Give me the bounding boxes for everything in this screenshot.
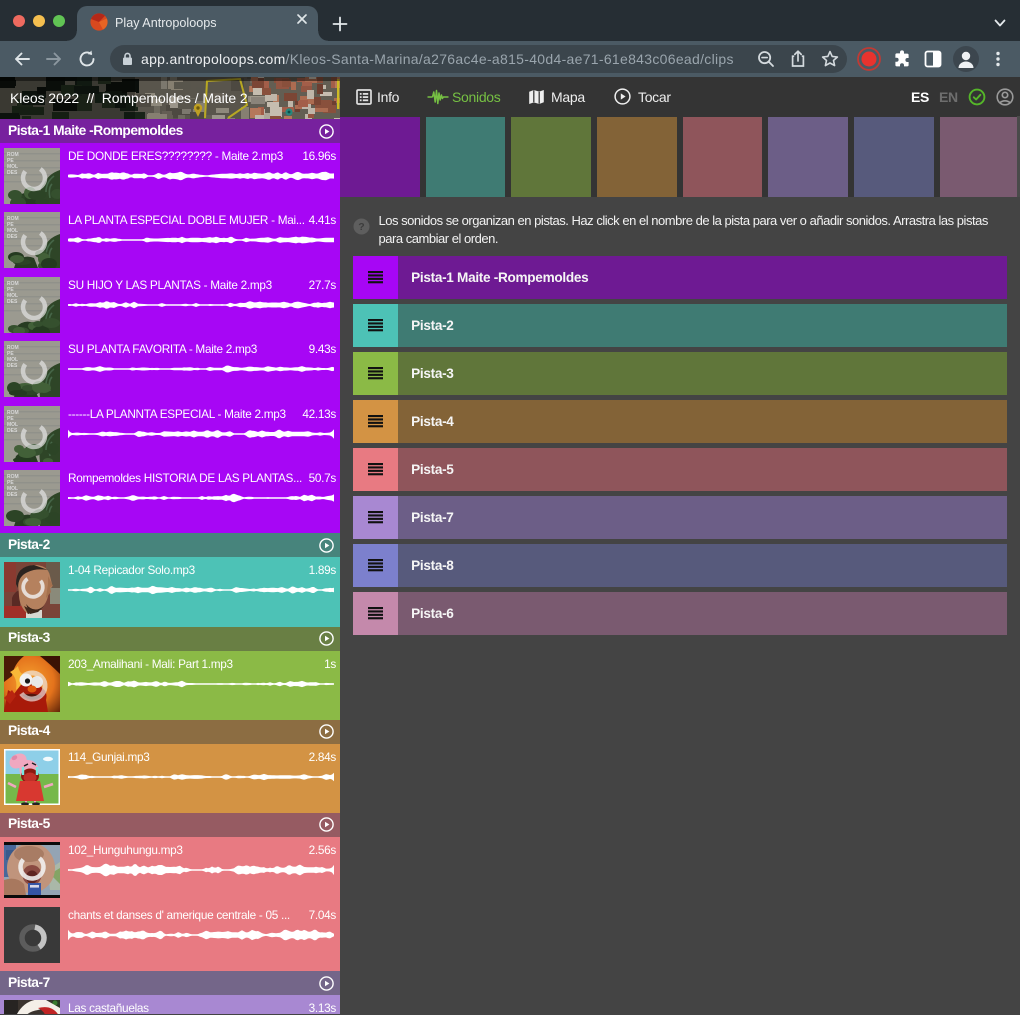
svg-text:DES: DES bbox=[7, 492, 18, 498]
svg-text:?: ? bbox=[358, 221, 364, 233]
svg-text:DES: DES bbox=[7, 170, 18, 176]
svg-text:DES: DES bbox=[7, 428, 18, 434]
svg-text:DES: DES bbox=[7, 234, 18, 240]
svg-text:DES: DES bbox=[7, 363, 18, 369]
svg-text:DES: DES bbox=[7, 299, 18, 305]
